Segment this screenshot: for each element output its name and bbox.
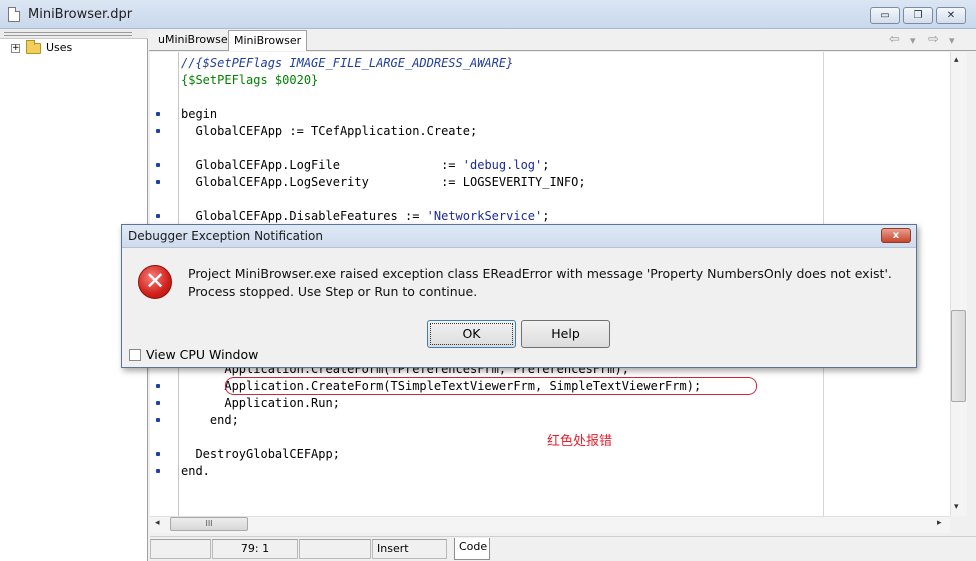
insert-mode: Insert xyxy=(372,539,447,559)
tab-minibrowser[interactable]: MiniBrowser xyxy=(228,30,308,51)
code-token: GlobalCEFApp.DisableFeatures := xyxy=(181,209,427,223)
code-line: GlobalCEFApp.LogSeverity := LOGSEVERITY_… xyxy=(181,175,586,189)
dialog-close-button[interactable]: x xyxy=(881,228,911,243)
breakpoint-marker[interactable] xyxy=(156,452,160,456)
cursor-position: 79: 1 xyxy=(212,539,298,559)
breakpoint-marker[interactable] xyxy=(156,180,160,184)
window-title: MiniBrowser.dpr xyxy=(28,7,133,22)
scroll-down-icon[interactable]: ▾ xyxy=(954,502,959,512)
minimize-button[interactable]: ▭ xyxy=(870,7,900,24)
forward-dropdown-icon[interactable]: ▾ xyxy=(949,34,955,47)
panel-grip[interactable] xyxy=(0,29,148,39)
maximize-icon: ❐ xyxy=(913,10,923,21)
code-line: Application.Run; xyxy=(181,396,340,410)
dialog-title: Debugger Exception Notification xyxy=(128,229,323,243)
breakpoint-marker[interactable] xyxy=(156,469,160,473)
vertical-scrollbar[interactable] xyxy=(950,52,967,516)
arrow-right-icon[interactable]: ⇨ xyxy=(928,32,939,47)
breakpoint-marker[interactable] xyxy=(156,384,160,388)
status-bar: 79: 1 Insert Code xyxy=(150,536,976,561)
view-cpu-window-checkbox[interactable] xyxy=(129,349,141,361)
close-button[interactable]: ✕ xyxy=(936,7,966,24)
code-line: GlobalCEFApp.LogFile := 'debug.log'; xyxy=(181,157,549,174)
arrow-left-icon[interactable]: ⇦ xyxy=(889,32,900,47)
breakpoint-marker[interactable] xyxy=(156,129,160,133)
scroll-left-icon[interactable]: ◂ xyxy=(155,518,160,528)
code-string: 'debug.log' xyxy=(462,158,543,172)
dialog-title-bar: Debugger Exception Notification x xyxy=(122,225,916,248)
ok-button[interactable]: OK xyxy=(427,320,516,348)
modified-indicator xyxy=(299,539,371,559)
close-icon: x xyxy=(892,230,900,241)
folder-icon xyxy=(26,40,41,54)
minimize-icon: ▭ xyxy=(880,10,890,21)
tab-uminibrowser[interactable]: uMiniBrowser xyxy=(153,30,237,51)
tree-item-uses[interactable]: Uses xyxy=(46,41,72,54)
code-token: GlobalCEFApp.LogFile := xyxy=(181,158,463,172)
plus-icon[interactable]: + xyxy=(11,44,20,53)
code-line: GlobalCEFApp.DisableFeatures := 'Network… xyxy=(181,208,549,225)
debugger-exception-dialog: Debugger Exception Notification x ✕ Proj… xyxy=(121,224,917,368)
horizontal-scroll-thumb[interactable]: III xyxy=(170,517,248,531)
code-line: {$SetPEFlags $0020} xyxy=(181,73,319,87)
close-icon: ✕ xyxy=(946,10,956,21)
breakpoint-marker[interactable] xyxy=(156,112,160,116)
code-string: 'NetworkService' xyxy=(426,209,543,223)
code-line: end. xyxy=(181,464,210,478)
code-line: DestroyGlobalCEFApp; xyxy=(181,447,340,461)
exception-message: Project MiniBrowser.exe raised exception… xyxy=(188,266,892,299)
code-line: begin xyxy=(181,107,218,121)
error-annotation: 红色处报错 xyxy=(547,434,613,449)
breakpoint-marker[interactable] xyxy=(156,214,160,218)
view-cpu-window-label[interactable]: View CPU Window xyxy=(146,347,258,362)
editor-tab-strip: uMiniBrowser MiniBrowser ⇦ ▾ ⇨ ▾ xyxy=(149,29,976,51)
error-icon: ✕ xyxy=(138,265,172,299)
tab-code-view[interactable]: Code xyxy=(454,538,490,560)
back-dropdown-icon[interactable]: ▾ xyxy=(910,34,916,47)
title-bar: MiniBrowser.dpr ▭ ❐ ✕ xyxy=(0,0,976,29)
code-line: end; xyxy=(181,413,239,427)
code-token: ; xyxy=(542,158,550,172)
scroll-up-icon[interactable]: ▴ xyxy=(954,55,959,65)
maximize-button[interactable]: ❐ xyxy=(903,7,933,24)
document-icon xyxy=(8,7,20,22)
help-button[interactable]: Help xyxy=(521,320,610,348)
scroll-right-icon[interactable]: ▸ xyxy=(937,518,942,528)
code-line: //{$SetPEFlags IMAGE_FILE_LARGE_ADDRESS_… xyxy=(181,56,514,70)
breakpoint-marker[interactable] xyxy=(156,163,160,167)
vertical-scroll-thumb[interactable] xyxy=(951,310,966,402)
code-line: GlobalCEFApp := TCefApplication.Create; xyxy=(181,124,478,138)
horizontal-scrollbar[interactable] xyxy=(150,516,950,533)
breakpoint-marker[interactable] xyxy=(156,418,160,422)
code-token: ; xyxy=(542,209,550,223)
breakpoint-marker[interactable] xyxy=(156,401,160,405)
status-cell xyxy=(150,539,211,559)
error-highlight-outline xyxy=(225,377,757,395)
